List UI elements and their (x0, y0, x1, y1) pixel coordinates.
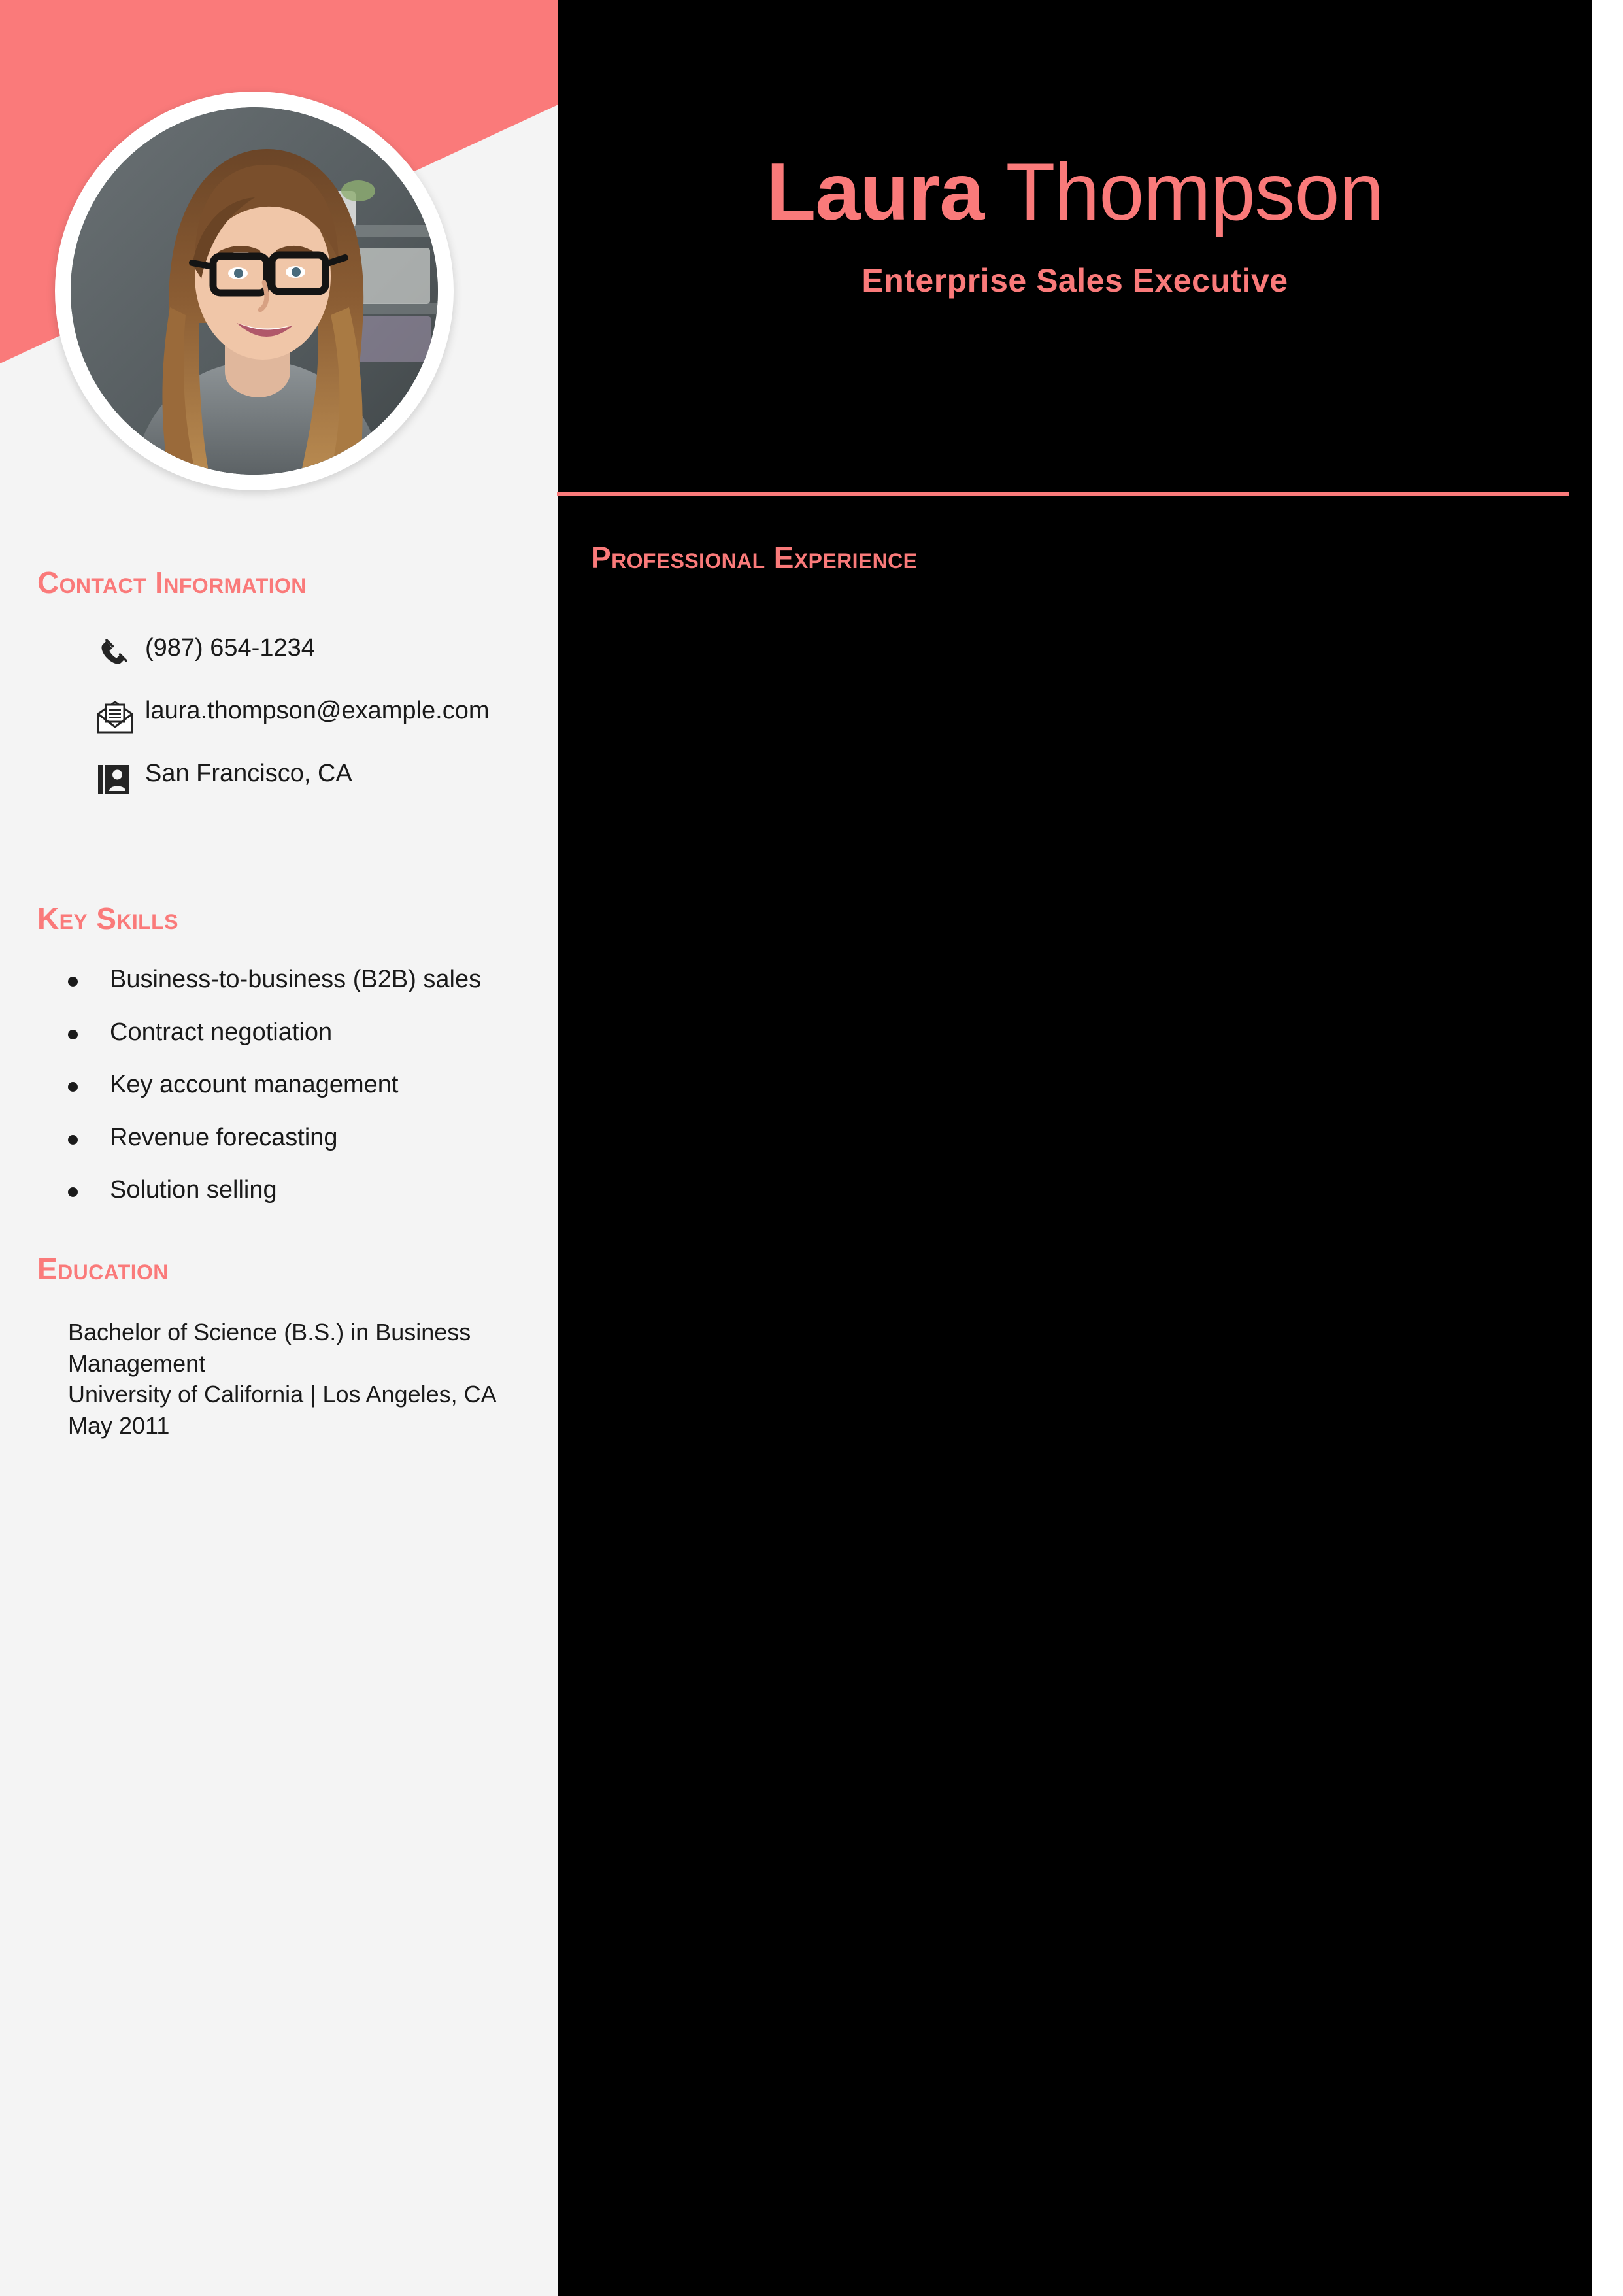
list-item: Solution selling (68, 1175, 558, 1206)
key-skills-section: Key Skills Business-to-business (B2B) sa… (0, 903, 558, 1228)
section-heading-key-skills: Key Skills (37, 902, 178, 936)
job-title: Enterprise Sales Executive (862, 262, 1288, 299)
list-item: Key account management (68, 1070, 558, 1100)
avatar (55, 92, 454, 490)
page-title: Laura Thompson (558, 152, 1592, 233)
email-address: laura.thompson@example.com (145, 697, 490, 724)
education-degree: Bachelor of Science (B.S.) in Business M… (68, 1319, 478, 1377)
education-section: Education Bachelor of Science (B.S.) in … (0, 1254, 558, 1441)
education-school: University of California | Los Angeles, … (68, 1381, 502, 1439)
section-heading-contact-information: Contact Information (37, 566, 307, 599)
last-name: Thompson (1005, 147, 1384, 237)
envelope-icon (97, 698, 137, 735)
contact-row-phone: (987) 654-1234 (97, 633, 558, 672)
phone-icon (97, 635, 137, 672)
list-item: Contract negotiation (68, 1018, 558, 1048)
phone-number: (987) 654-1234 (145, 634, 315, 662)
list-item: Business-to-business (B2B) sales (68, 965, 558, 995)
profile-photo (71, 107, 438, 475)
contact-card-icon (97, 761, 137, 798)
resume-page: Laura Thompson Enterprise Sales Executiv… (0, 0, 1623, 2296)
skills-list: Business-to-business (B2B) sales Contrac… (0, 965, 558, 1206)
education-entry: Bachelor of Science (B.S.) in Business M… (0, 1317, 558, 1441)
section-heading-professional-experience: Professional Experience (591, 541, 918, 575)
contact-row-location: San Francisco, CA (97, 758, 558, 798)
location: San Francisco, CA (145, 760, 352, 787)
contact-list: (987) 654-1234 laura.thompson@example.co… (0, 633, 558, 798)
main-column (558, 0, 1592, 2296)
header-divider (557, 492, 1569, 496)
contact-information-section: Contact Information (987) 654-1234 laura… (0, 567, 558, 821)
first-name: Laura (766, 147, 1006, 237)
list-item: Revenue forecasting (68, 1123, 558, 1153)
contact-row-email: laura.thompson@example.com (97, 696, 558, 735)
section-heading-education: Education (37, 1252, 169, 1286)
